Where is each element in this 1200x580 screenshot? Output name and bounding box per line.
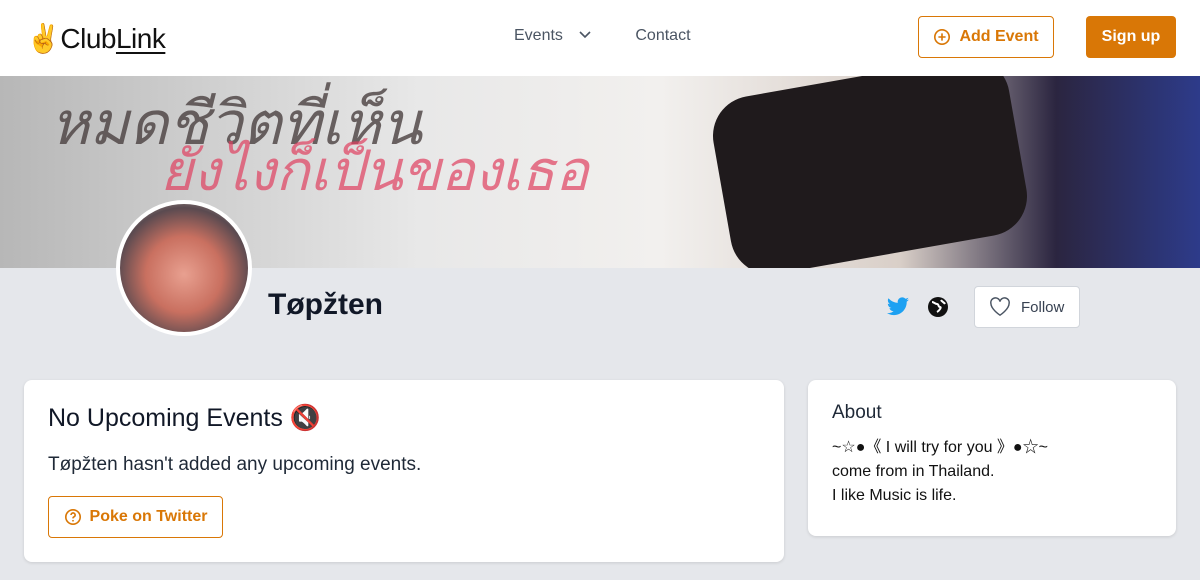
peace-hand-icon: ✌ [26, 23, 61, 54]
poke-on-twitter-button[interactable]: Poke on Twitter [48, 496, 223, 538]
events-title-text: No Upcoming Events [48, 404, 283, 432]
globe-icon[interactable] [927, 296, 949, 318]
events-label: Events [514, 27, 563, 44]
plus-circle-icon [934, 28, 951, 46]
profile-name: Tøpžten [268, 288, 383, 321]
avatar [116, 200, 252, 336]
heart-icon [990, 297, 1010, 317]
about-title: About [832, 402, 882, 423]
about-line: come from in Thailand. [832, 463, 995, 480]
events-menu[interactable]: Events [514, 27, 591, 45]
chevron-down-icon [579, 31, 591, 39]
poke-label: Poke on Twitter [89, 508, 208, 525]
follow-button[interactable]: Follow [974, 286, 1080, 328]
about-line: ~☆●《 I will try for you 》●☆~ [832, 439, 1048, 456]
events-title: No Upcoming Events 🔇 [48, 404, 321, 433]
top-nav: ✌ClubLink Events Contact Add Event Sign … [0, 0, 1200, 76]
events-card: No Upcoming Events 🔇 Tøpžten hasn't adde… [24, 380, 784, 562]
add-event-label: Add Event [959, 28, 1039, 45]
muted-speaker-icon: 🔇 [289, 404, 321, 432]
logo-text: Club [60, 23, 116, 54]
add-event-button[interactable]: Add Event [918, 16, 1054, 58]
contact-link[interactable]: Contact [635, 27, 690, 45]
about-line: I like Music is life. [832, 487, 957, 504]
logo-text-link: Link [115, 23, 166, 54]
twitter-icon[interactable] [886, 296, 910, 318]
logo[interactable]: ✌ClubLink [26, 22, 166, 55]
about-card: About ~☆●《 I will try for you 》●☆~ come … [808, 380, 1176, 536]
sign-up-button[interactable]: Sign up [1086, 16, 1176, 58]
no-events-message: Tøpžten hasn't added any upcoming events… [48, 454, 422, 475]
follow-label: Follow [1021, 298, 1065, 316]
question-circle-icon [64, 508, 81, 526]
